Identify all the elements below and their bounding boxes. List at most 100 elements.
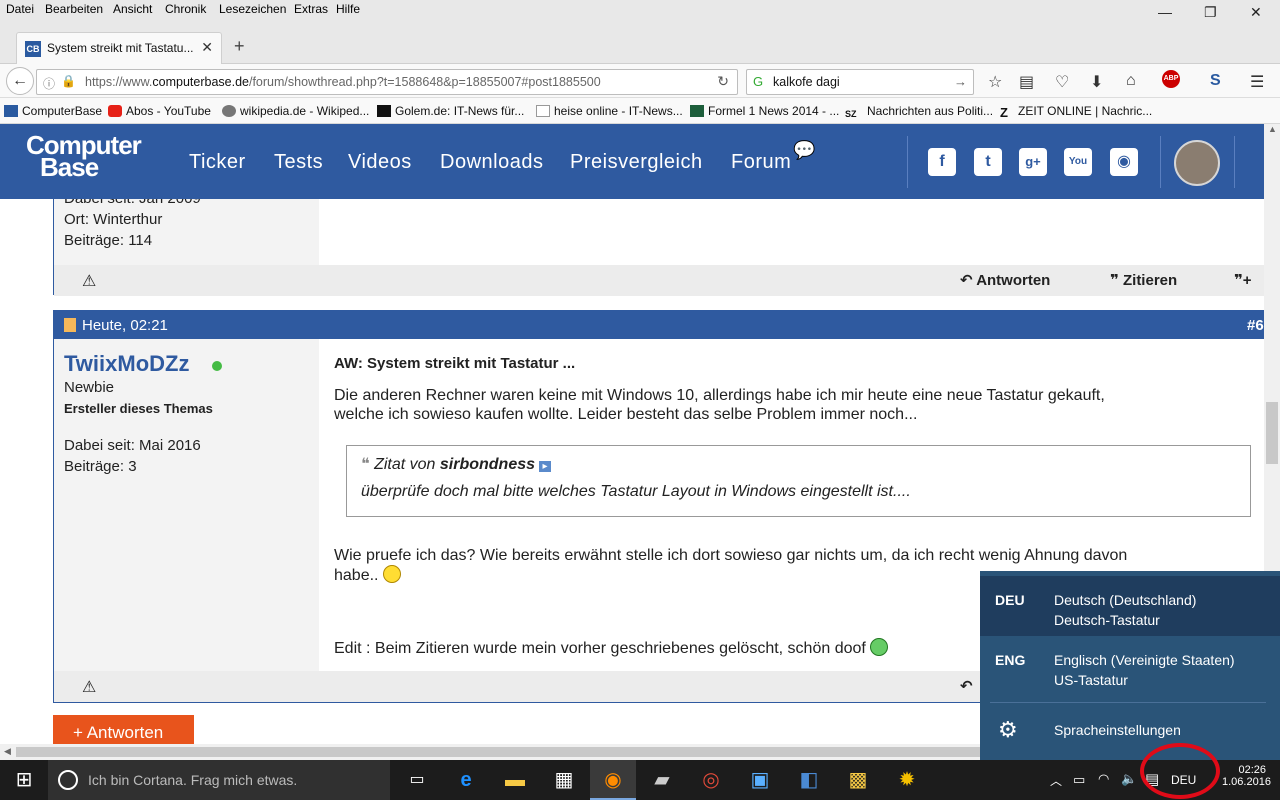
- google-plus-icon[interactable]: g+: [1019, 148, 1047, 176]
- back-button[interactable]: ←: [6, 67, 34, 95]
- post-count: Beiträge: 114: [64, 232, 153, 249]
- nav-downloads[interactable]: Downloads: [440, 151, 543, 174]
- quote-block: ❝ Zitat von sirbondness ▸ überprüfe doch…: [346, 445, 1251, 517]
- cortana-search-box[interactable]: Ich bin Cortana. Frag mich etwas.: [48, 760, 390, 800]
- scrollbar-thumb[interactable]: [1266, 402, 1278, 464]
- task-view-icon[interactable]: ▭: [403, 766, 431, 794]
- edge-icon[interactable]: e: [452, 766, 480, 794]
- bookmark-wikipedia[interactable]: wikipedia.de - Wikiped...: [222, 104, 369, 118]
- menu-ansicht[interactable]: Ansicht: [113, 2, 152, 16]
- report-warning-icon[interactable]: ⚠: [82, 677, 96, 697]
- post-header: Heute, 02:21 #6: [54, 311, 1264, 339]
- volume-icon[interactable]: 🔈: [1121, 771, 1137, 787]
- language-option-deu[interactable]: DEU Deutsch (Deutschland) Deutsch-Tastat…: [980, 576, 1280, 636]
- divider: [990, 702, 1266, 703]
- nav-forum[interactable]: Forum: [731, 151, 791, 174]
- info-icon[interactable]: ⓘ: [43, 75, 55, 92]
- bookmark-computerbase[interactable]: ComputerBase: [4, 104, 102, 118]
- search-input[interactable]: kalkofe dagi: [773, 75, 840, 89]
- app-window-icon[interactable]: ▣: [746, 766, 774, 794]
- bookmark-list-icon[interactable]: ▤: [1019, 72, 1034, 92]
- firefox-icon[interactable]: ◉: [599, 766, 627, 794]
- rss-icon[interactable]: ◉: [1110, 148, 1138, 176]
- divider: [1234, 136, 1235, 188]
- bookmark-youtube[interactable]: Abos - YouTube: [108, 104, 211, 118]
- language-option-eng[interactable]: ENG Englisch (Vereinigte Staaten) US-Tas…: [980, 636, 1280, 696]
- bookmark-formel1[interactable]: Formel 1 News 2014 - ...: [690, 104, 839, 118]
- home-icon[interactable]: ⌂: [1126, 72, 1136, 90]
- clock[interactable]: 02:26 1.06.2016: [1222, 764, 1271, 788]
- quote-button[interactable]: ❞ Zitieren: [1110, 271, 1177, 289]
- reply-button[interactable]: ↶ Antworten: [960, 271, 1050, 289]
- computerbase-logo[interactable]: Computer Base: [26, 132, 142, 180]
- close-tab-icon[interactable]: ✕: [201, 39, 213, 56]
- bookmark-star-icon[interactable]: ☆: [988, 72, 1002, 92]
- facebook-icon[interactable]: f: [928, 148, 956, 176]
- reply-icon[interactable]: ↶: [960, 677, 973, 695]
- store-icon[interactable]: ▦: [550, 766, 578, 794]
- tray-chevron-icon[interactable]: ︿: [1050, 772, 1062, 789]
- media-app-icon[interactable]: ▩: [844, 766, 872, 794]
- username[interactable]: TwiixMoDZz: [64, 351, 189, 377]
- post-paragraph-2: Wie pruefe ich das? Wie bereits erwähnt …: [334, 547, 1128, 564]
- nav-ticker[interactable]: Ticker: [189, 151, 246, 174]
- youtube-social-icon[interactable]: You: [1064, 148, 1092, 176]
- close-window-button[interactable]: ✕: [1250, 4, 1262, 21]
- bookmark-zeit[interactable]: Z ZEIT ONLINE | Nachric...: [1000, 104, 1152, 120]
- menu-extras[interactable]: Extras: [294, 2, 328, 16]
- menu-chronik[interactable]: Chronik: [165, 2, 206, 16]
- bookmark-sz[interactable]: SZ Nachrichten aus Politi...: [845, 104, 993, 121]
- divider: [1160, 136, 1161, 188]
- quote-text: überprüfe doch mal bitte welches Tastatu…: [361, 483, 911, 500]
- url-text[interactable]: https://www.computerbase.de/forum/showth…: [85, 75, 689, 89]
- extension-s-icon[interactable]: S: [1210, 72, 1221, 90]
- user-avatar[interactable]: [1174, 140, 1220, 186]
- search-engine-icon[interactable]: G: [753, 74, 763, 89]
- browser-tab[interactable]: CB System streikt mit Tastatu... ✕: [16, 32, 222, 64]
- multiquote-icon[interactable]: ❞+: [1234, 271, 1252, 289]
- menu-hilfe[interactable]: Hilfe: [336, 2, 360, 16]
- post-icon: [64, 318, 76, 332]
- maximize-button[interactable]: ❐: [1204, 4, 1217, 21]
- app-icon[interactable]: ▰: [648, 766, 676, 794]
- minimize-button[interactable]: —: [1158, 4, 1172, 20]
- twitter-icon[interactable]: t: [974, 148, 1002, 176]
- sun-app-icon[interactable]: ✹: [893, 766, 921, 794]
- formel1-icon: [690, 105, 704, 117]
- reload-icon[interactable]: ↻: [717, 73, 729, 90]
- url-bar[interactable]: ⓘ 🔒 https://www.computerbase.de/forum/sh…: [36, 69, 738, 95]
- language-switcher-popup: DEU Deutsch (Deutschland) Deutsch-Tastat…: [980, 571, 1280, 760]
- menu-datei[interactable]: Datei: [6, 2, 34, 16]
- report-warning-icon[interactable]: ⚠: [82, 271, 96, 291]
- jump-to-post-icon[interactable]: ▸: [539, 461, 551, 472]
- bookmark-golem[interactable]: Golem.de: IT-News für...: [377, 104, 524, 118]
- nav-tests[interactable]: Tests: [274, 151, 323, 174]
- menu-bar: Datei Bearbeiten Ansicht Chronik Lesezei…: [0, 0, 1280, 20]
- menu-bearbeiten[interactable]: Bearbeiten: [45, 2, 103, 16]
- divider: [907, 136, 908, 188]
- app-blue-icon[interactable]: ◧: [795, 766, 823, 794]
- chrome-icon[interactable]: ◎: [697, 766, 725, 794]
- highlight-circle-annotation: [1140, 743, 1220, 799]
- search-go-icon[interactable]: →: [954, 74, 967, 89]
- windows-start-icon[interactable]: ⊞: [10, 766, 38, 794]
- battery-icon[interactable]: ▭: [1073, 772, 1085, 788]
- language-settings-link[interactable]: ⚙ Spracheinstellungen: [980, 709, 1280, 753]
- downloads-icon[interactable]: ⬇: [1090, 72, 1103, 92]
- computerbase-favicon-icon: CB: [25, 41, 41, 57]
- new-reply-button[interactable]: + Antworten: [53, 715, 194, 744]
- post-number[interactable]: #6: [1247, 317, 1264, 334]
- nav-videos[interactable]: Videos: [348, 151, 412, 174]
- wifi-icon[interactable]: ◠: [1098, 771, 1109, 787]
- nav-preisvergleich[interactable]: Preisvergleich: [570, 151, 703, 174]
- quote-author: sirbondness: [439, 456, 536, 473]
- bookmark-heise[interactable]: heise online - IT-News...: [536, 104, 683, 118]
- adblock-icon[interactable]: ABP: [1162, 70, 1180, 88]
- search-field[interactable]: G kalkofe dagi →: [746, 69, 974, 95]
- pocket-icon[interactable]: ♡: [1055, 72, 1069, 92]
- menu-hamburger-icon[interactable]: ☰: [1250, 72, 1264, 92]
- menu-lesezeichen[interactable]: Lesezeichen: [219, 2, 286, 16]
- new-tab-button[interactable]: +: [234, 36, 245, 57]
- file-explorer-icon[interactable]: ▬: [501, 766, 529, 794]
- post-count: Beiträge: 3: [64, 458, 137, 475]
